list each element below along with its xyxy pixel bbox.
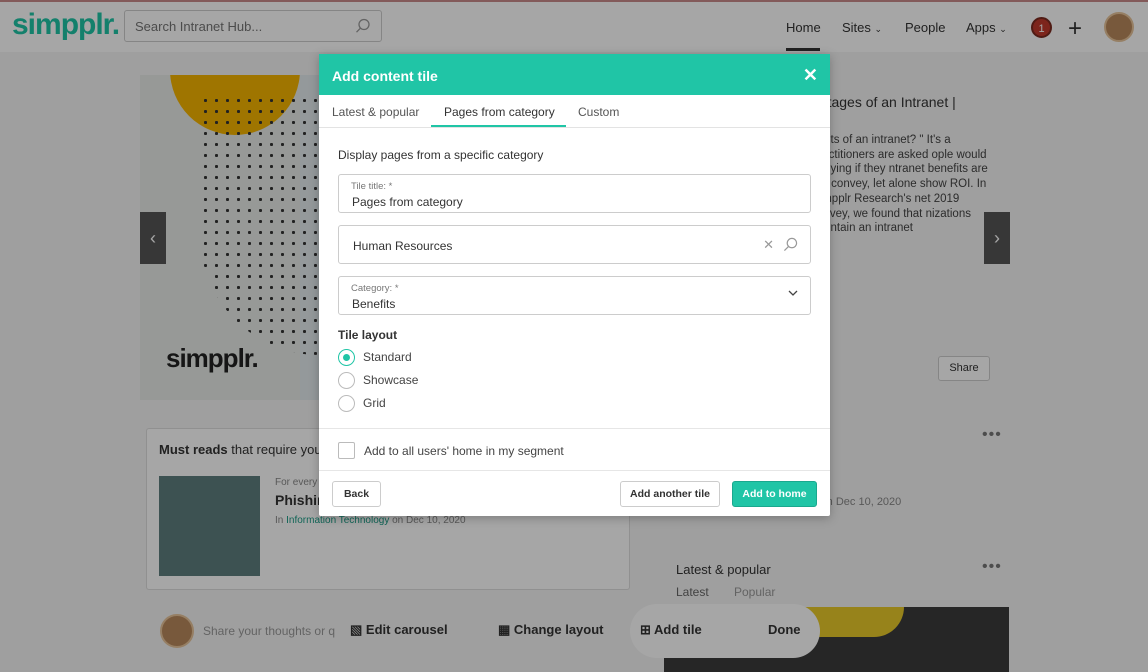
divider — [319, 470, 830, 471]
add-to-all-label: Add to all users' home in my segment — [364, 444, 564, 458]
add-to-home-button[interactable]: Add to home — [732, 481, 817, 507]
category-value: Benefits — [352, 297, 396, 311]
search-icon[interactable] — [783, 237, 798, 257]
tile-type-tabs: Latest & popular Pages from category Cus… — [319, 95, 830, 128]
tile-description: Display pages from a specific category — [338, 148, 544, 162]
tile-layout-label: Tile layout — [338, 328, 398, 342]
radio-standard-label: Standard — [363, 350, 412, 364]
tab-pages-from-category[interactable]: Pages from category — [444, 105, 555, 119]
tab-custom[interactable]: Custom — [578, 105, 619, 119]
radio-grid-label: Grid — [363, 396, 386, 410]
category-select[interactable]: Category: * Benefits — [338, 276, 811, 315]
active-tab-indicator — [431, 125, 566, 127]
tab-latest-popular[interactable]: Latest & popular — [332, 105, 419, 119]
add-another-tile-button[interactable]: Add another tile — [620, 481, 720, 507]
radio-showcase[interactable] — [338, 372, 355, 389]
radio-standard[interactable] — [338, 349, 355, 366]
tile-title-label: Tile title: * — [351, 181, 393, 192]
dialog-title: Add content tile — [332, 68, 438, 84]
back-button[interactable]: Back — [332, 481, 381, 507]
tile-title-field[interactable]: Tile title: * Pages from category — [338, 174, 811, 213]
add-to-all-checkbox[interactable] — [338, 442, 355, 459]
radio-grid[interactable] — [338, 395, 355, 412]
category-label: Category: * — [351, 283, 399, 294]
close-icon[interactable]: ✕ — [803, 65, 818, 86]
clear-icon[interactable]: ✕ — [763, 237, 774, 253]
add-content-tile-dialog: Add content tile ✕ Latest & popular Page… — [319, 54, 830, 516]
divider — [319, 428, 830, 429]
dialog-header: Add content tile ✕ — [319, 54, 830, 95]
chevron-down-icon[interactable] — [788, 288, 798, 300]
site-value: Human Resources — [353, 239, 453, 253]
site-select-field[interactable]: Human Resources ✕ — [338, 225, 811, 264]
radio-showcase-label: Showcase — [363, 373, 419, 387]
tile-title-value[interactable]: Pages from category — [352, 195, 463, 209]
